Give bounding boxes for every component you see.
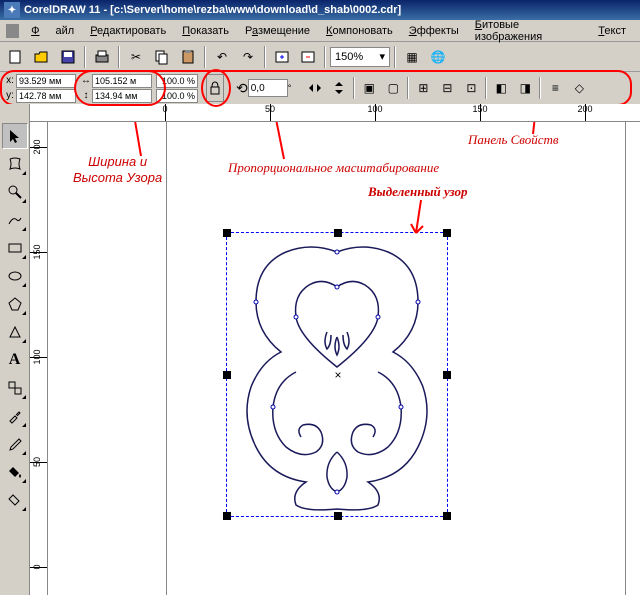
- new-button[interactable]: [4, 45, 28, 69]
- width-input[interactable]: 105.152 м: [92, 74, 152, 88]
- fill-tool[interactable]: [2, 459, 28, 485]
- align-button[interactable]: ≡: [543, 76, 567, 100]
- ungroup-all-button[interactable]: ⊡: [459, 76, 483, 100]
- mirror-h-button[interactable]: [303, 76, 327, 100]
- paste-button[interactable]: [176, 45, 200, 69]
- canvas[interactable]: × Панель Свойств Шир: [48, 122, 640, 595]
- ellipse-tool[interactable]: [2, 263, 28, 289]
- copy-button[interactable]: [150, 45, 174, 69]
- pattern-shape[interactable]: [231, 237, 443, 512]
- menu-effects[interactable]: Эффекты: [401, 23, 467, 39]
- convert-button[interactable]: ◇: [567, 76, 591, 100]
- polygon-tool[interactable]: [2, 291, 28, 317]
- shape-tool[interactable]: [2, 151, 28, 177]
- save-button[interactable]: [56, 45, 80, 69]
- annotation-width-height: Ширина иВысота Узора: [73, 154, 162, 185]
- toolbox: A: [0, 104, 30, 595]
- redo-button[interactable]: ↷: [236, 45, 260, 69]
- rectangle-tool[interactable]: [2, 235, 28, 261]
- position-group: x:93.529 мм y:142.78 мм: [4, 74, 76, 103]
- window-title: CorelDRAW 11 - [c:\Server\home\rezba\www…: [24, 4, 401, 16]
- standard-toolbar: ✂ ↶ ↷ 150%▾ ▦ 🌐: [0, 42, 640, 72]
- zoom-combo[interactable]: 150%▾: [330, 47, 390, 67]
- open-button[interactable]: [30, 45, 54, 69]
- menu-bar: Файл Редактировать Показать Размещение К…: [0, 20, 640, 42]
- rotation-input[interactable]: 0,0: [248, 79, 288, 97]
- freehand-tool[interactable]: [2, 207, 28, 233]
- export-button[interactable]: [296, 45, 320, 69]
- menu-arrange[interactable]: Компоновать: [318, 23, 401, 39]
- group-button[interactable]: ⊞: [411, 76, 435, 100]
- property-bar: x:93.529 мм y:142.78 мм ↔105.152 м ↕134.…: [0, 72, 640, 104]
- text-tool[interactable]: A: [2, 347, 28, 373]
- menu-text[interactable]: Текст: [590, 23, 634, 39]
- mirror-v-button[interactable]: [327, 76, 351, 100]
- scale-group: 100.0 % 100.0 %: [156, 74, 198, 103]
- size-group: ↔105.152 м ↕134.94 мм: [80, 74, 152, 103]
- doc-icon: [6, 24, 19, 38]
- break-button[interactable]: ◨: [513, 76, 537, 100]
- eyedropper-tool[interactable]: [2, 403, 28, 429]
- y-position-input[interactable]: 142.78 мм: [16, 89, 76, 103]
- ungroup-button[interactable]: ⊟: [435, 76, 459, 100]
- menu-edit[interactable]: Редактировать: [82, 23, 174, 39]
- outline-tool[interactable]: [2, 431, 28, 457]
- ruler-vertical: 200 150 100 50 0: [30, 122, 48, 595]
- basic-shapes-tool[interactable]: [2, 319, 28, 345]
- menu-file[interactable]: Файл: [23, 23, 82, 39]
- interactive-blend-tool[interactable]: [2, 375, 28, 401]
- app-icon: ✦: [4, 2, 20, 18]
- interactive-fill-tool[interactable]: [2, 487, 28, 513]
- menu-bitmaps[interactable]: Битовые изображения: [467, 17, 591, 45]
- lock-ratio-button[interactable]: [206, 74, 224, 102]
- to-back-button[interactable]: ▢: [381, 76, 405, 100]
- height-input[interactable]: 134.94 мм: [92, 89, 152, 103]
- undo-button[interactable]: ↶: [210, 45, 234, 69]
- print-button[interactable]: [90, 45, 114, 69]
- corel-online-button[interactable]: 🌐: [426, 45, 450, 69]
- menu-view[interactable]: Показать: [174, 23, 237, 39]
- scale-x-input[interactable]: 100.0 %: [156, 74, 198, 88]
- scale-y-input[interactable]: 100.0 %: [156, 89, 198, 103]
- zoom-tool[interactable]: [2, 179, 28, 205]
- pick-tool[interactable]: [2, 123, 28, 149]
- x-position-input[interactable]: 93.529 мм: [16, 74, 76, 88]
- menu-layout[interactable]: Размещение: [237, 23, 318, 39]
- ruler-horizontal: 0 50 100 150 200: [30, 104, 640, 122]
- combine-button[interactable]: ◧: [489, 76, 513, 100]
- to-front-button[interactable]: ▣: [357, 76, 381, 100]
- cut-button[interactable]: ✂: [124, 45, 148, 69]
- app-launcher-button[interactable]: ▦: [400, 45, 424, 69]
- import-button[interactable]: [270, 45, 294, 69]
